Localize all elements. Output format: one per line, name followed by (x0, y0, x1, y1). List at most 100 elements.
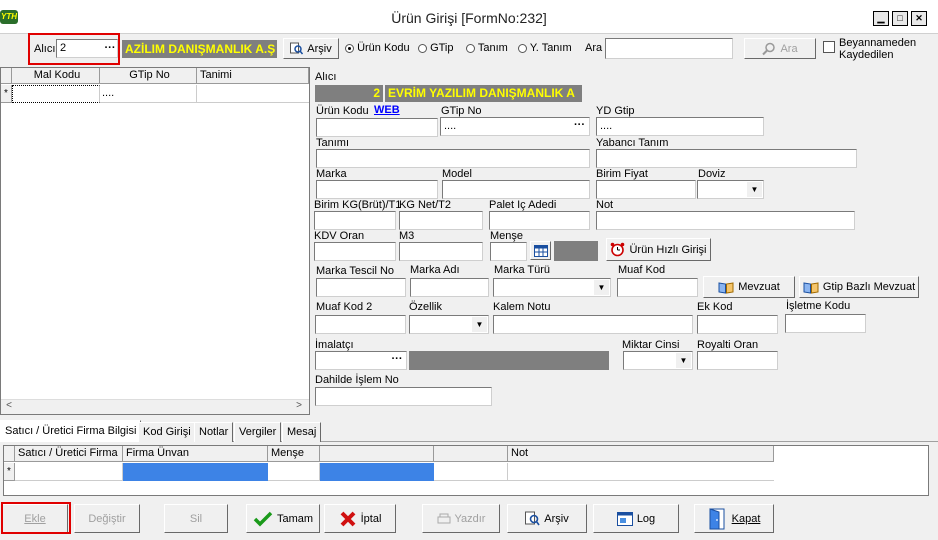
radio-urun-kodu[interactable]: Ürün Kodu (345, 42, 410, 54)
yd-gtip-input[interactable]: .... (596, 117, 764, 136)
toolbar-arsiv-button[interactable]: Arşiv (283, 38, 339, 59)
firm-new-row-mense[interactable] (268, 463, 320, 481)
horizontal-scrollbar[interactable]: < > (1, 399, 309, 414)
minimize-button[interactable]: ▁ (873, 11, 889, 26)
tab-satici[interactable]: Satıcı / Üretici Firma Bilgisi (0, 420, 142, 442)
mense-lookup-button[interactable] (530, 241, 551, 260)
marka-input[interactable] (316, 180, 438, 199)
marka-turu-label: Marka Türü (494, 264, 551, 276)
web-link[interactable]: WEB (374, 104, 400, 116)
muaf-kod-input[interactable] (617, 278, 698, 297)
col-gtip-no[interactable]: GTip No (100, 68, 197, 84)
marka-turu-dropdown[interactable]: ▼ (493, 278, 611, 297)
ozellik-dropdown[interactable]: ▼ (409, 315, 489, 334)
search-icon (290, 42, 304, 55)
alici-value: 2 (60, 42, 67, 54)
close-button[interactable]: ✕ (911, 11, 927, 26)
not-input[interactable] (596, 211, 855, 230)
yabanci-tanim-label: Yabancı Tanım (596, 137, 669, 149)
kg-net-label: KG Net/T2 (399, 199, 451, 211)
firm-new-row-blank-2[interactable] (434, 463, 508, 481)
firm-new-row-unvan[interactable] (123, 463, 268, 481)
col-not[interactable]: Not (508, 446, 774, 462)
new-row-marker: * (1, 85, 12, 103)
alici-label: Alıcı (34, 43, 56, 55)
firm-grid-corner (4, 446, 15, 462)
maximize-button[interactable]: □ (892, 11, 908, 26)
isletme-kodu-input[interactable] (785, 314, 866, 333)
new-row-mal-kodu[interactable] (12, 85, 100, 103)
yazdir-label: Yazdır (454, 512, 486, 525)
tanimi-input[interactable] (316, 149, 590, 168)
dahilde-input[interactable] (315, 387, 492, 406)
muaf-kod2-input[interactable] (315, 315, 406, 334)
kalem-notu-input[interactable] (493, 315, 693, 334)
gtip-no-input[interactable]: .... (440, 117, 590, 136)
chevron-down-icon: ▼ (472, 317, 487, 332)
sil-button[interactable]: Sil (164, 504, 228, 533)
birim-fiyat-input[interactable] (596, 180, 696, 199)
col-satici-firma[interactable]: Satıcı / Üretici Firma (15, 446, 123, 462)
urun-hizli-label: Ürün Hızlı Girişi (629, 243, 707, 256)
radio-y-tanim[interactable]: Y. Tanım (518, 42, 572, 54)
product-list-grid[interactable]: Mal Kodu GTip No Tanimi * .... < > (0, 67, 310, 415)
ekle-highlight (1, 502, 71, 534)
mevzuat-button[interactable]: Mevzuat (703, 276, 795, 298)
m3-input[interactable] (399, 242, 483, 261)
scroll-left-arrow[interactable]: < (3, 400, 15, 414)
doviz-dropdown[interactable]: ▼ (697, 180, 764, 199)
gtip-mevzuat-button[interactable]: Gtip Bazlı Mevzuat (799, 276, 919, 298)
yazdir-button[interactable]: Yazdır (422, 504, 500, 533)
ek-kod-input[interactable] (697, 315, 778, 334)
kg-net-input[interactable] (399, 211, 483, 230)
palet-input[interactable] (489, 211, 590, 230)
table-icon (533, 244, 548, 257)
ozellik-label: Özellik (409, 301, 443, 313)
col-tanimi[interactable]: Tanimi (197, 68, 309, 84)
firm-grid[interactable]: Satıcı / Üretici Firma Firma Ünvan Menşe… (3, 445, 929, 496)
window-log-icon (616, 511, 633, 526)
arsiv-button[interactable]: Arşiv (507, 504, 587, 533)
royalti-input[interactable] (697, 351, 778, 370)
gtip-lookup-button[interactable]: ··· (572, 119, 587, 134)
firm-new-row-blank-1[interactable] (320, 463, 434, 481)
firm-new-row-not[interactable] (508, 463, 774, 481)
imalatci-lookup-button[interactable]: ··· (389, 353, 405, 368)
degistir-button[interactable]: Değiştir (74, 504, 140, 533)
radio-gtip[interactable]: GTip (418, 42, 454, 54)
new-row-gtip[interactable]: .... (100, 85, 197, 103)
log-button[interactable]: Log (593, 504, 679, 533)
col-blank-1[interactable] (320, 446, 434, 462)
dahilde-label: Dahilde İşlem No (315, 374, 399, 386)
col-mense[interactable]: Menşe (268, 446, 320, 462)
kapat-button[interactable]: Kapat (694, 504, 774, 533)
yabanci-tanim-input[interactable] (596, 149, 857, 168)
col-blank-2[interactable] (434, 446, 508, 462)
alici-lookup-button[interactable]: ··· (103, 40, 117, 56)
tab-mesaj[interactable]: Mesaj (282, 422, 322, 442)
new-row-tanimi[interactable] (197, 85, 309, 103)
ara-input[interactable] (605, 38, 733, 59)
marka-tescil-input[interactable] (316, 278, 406, 297)
model-input[interactable] (442, 180, 590, 199)
scroll-right-arrow[interactable]: > (293, 400, 305, 414)
tab-vergiler[interactable]: Vergiler (234, 422, 282, 442)
tamam-button[interactable]: Tamam (246, 504, 320, 533)
miktar-cinsi-dropdown[interactable]: ▼ (623, 351, 693, 370)
ara-button[interactable]: Ara (744, 38, 816, 59)
urun-kodu-input[interactable] (316, 118, 438, 137)
birim-kg-input[interactable] (314, 211, 396, 230)
tab-notlar[interactable]: Notlar (194, 422, 234, 442)
col-firma-unvan[interactable]: Firma Ünvan (123, 446, 268, 462)
tamam-label: Tamam (276, 512, 314, 525)
urun-hizli-button[interactable]: Ürün Hızlı Girişi (606, 238, 711, 261)
kdv-input[interactable] (314, 242, 396, 261)
beyanname-checkbox[interactable] (823, 41, 835, 53)
marka-adi-input[interactable] (410, 278, 489, 297)
firm-new-row-satici[interactable] (15, 463, 123, 481)
mense-input[interactable] (490, 242, 527, 261)
radio-tanim[interactable]: Tanım (466, 42, 508, 54)
col-mal-kodu[interactable]: Mal Kodu (12, 68, 100, 84)
tab-kod-girisi[interactable]: Kod Girişi (138, 422, 196, 442)
iptal-button[interactable]: İptal (324, 504, 396, 533)
